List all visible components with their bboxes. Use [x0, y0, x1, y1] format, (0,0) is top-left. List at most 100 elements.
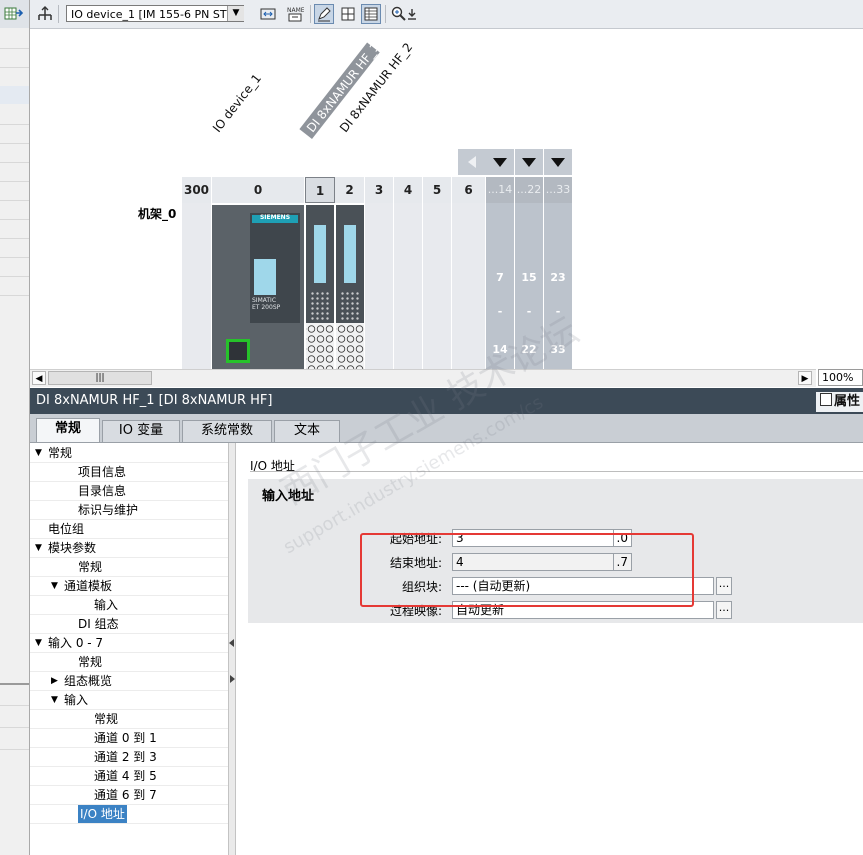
grid-icon[interactable] — [338, 4, 358, 24]
nav-tree-item[interactable]: 输入 — [30, 596, 228, 615]
slot-header[interactable]: 2 — [335, 177, 365, 203]
nav-tree-item[interactable]: ▼ 模块参数 — [30, 539, 228, 558]
nav-tree-item[interactable]: 通道 2 到 3 — [30, 748, 228, 767]
collapse-left-icon[interactable] — [229, 639, 234, 647]
slot-column[interactable] — [452, 203, 485, 369]
nav-tree-item[interactable]: 常规 — [30, 558, 228, 577]
slot-header[interactable]: 0 — [212, 177, 305, 203]
chevron-down-icon[interactable]: ▼ — [227, 6, 244, 21]
tab-general[interactable]: 常规 — [36, 418, 100, 442]
head-module-image[interactable]: SIEMENS SIMATIC ET 200SP — [212, 205, 304, 369]
scroll-left-arrow-icon[interactable]: ◀ — [32, 371, 46, 385]
scroll-left-button[interactable] — [458, 149, 486, 175]
properties-tabbar: 常规 IO 变量 系统常数 文本 — [30, 414, 863, 443]
nav-tree-item[interactable]: 项目信息 — [30, 463, 228, 482]
nav-tree-label: 输入 — [64, 693, 89, 707]
device-select[interactable]: IO device_1 [IM 155-6 PN ST] — [66, 5, 244, 22]
collapse-arrow-icon[interactable]: ▼ — [35, 634, 45, 652]
slot-range-dash: - — [526, 305, 532, 318]
nav-tree-item[interactable]: 目录信息 — [30, 482, 228, 501]
nav-tree-item[interactable]: 电位组 — [30, 520, 228, 539]
nav-tree-item[interactable]: 常规 — [30, 710, 228, 729]
ethernet-port-icon[interactable] — [226, 339, 250, 363]
left-strip-toolbar — [0, 0, 29, 28]
terminal-block — [306, 323, 334, 369]
tab-system-constants[interactable]: 系统常数 — [182, 420, 272, 442]
slot-group-header[interactable]: ...14 — [486, 177, 514, 203]
slot-column[interactable] — [394, 203, 422, 369]
collapse-arrow-icon[interactable]: ▼ — [51, 577, 61, 595]
slot-group-column[interactable]: 7 - 14 — [486, 203, 514, 369]
slot-header[interactable]: 6 — [452, 177, 486, 203]
tab-texts[interactable]: 文本 — [274, 420, 340, 442]
nav-tree-item[interactable]: ▼ 输入 — [30, 691, 228, 710]
expand-arrow-icon[interactable]: ▶ — [51, 672, 61, 690]
nav-tree-label: 标识与维护 — [78, 503, 139, 517]
chevron-down-icon — [522, 157, 536, 167]
scrollbar-thumb[interactable]: ||| — [48, 371, 152, 385]
slot-header[interactable]: 3 — [365, 177, 394, 203]
slot-group-column[interactable]: 23 - 33 — [544, 203, 572, 369]
nav-tree-item[interactable]: ▼ 常规 — [30, 444, 228, 463]
left-project-strip — [0, 0, 30, 855]
slot-header[interactable]: 4 — [394, 177, 423, 203]
slot-group-header[interactable]: ...33 — [544, 177, 572, 203]
di-module-2[interactable] — [336, 205, 364, 369]
nav-tree-label: 常规 — [94, 712, 119, 726]
process-image-browse-button[interactable]: ... — [716, 601, 732, 619]
slot-range-start: 23 — [550, 271, 566, 284]
name-icon[interactable]: NAME — [285, 4, 305, 24]
chevron-down-icon — [493, 157, 507, 167]
nav-tree-item[interactable]: DI 组态 — [30, 615, 228, 634]
slot-header[interactable]: 5 — [423, 177, 452, 203]
expand-button-3[interactable] — [544, 149, 572, 175]
collapse-arrow-icon[interactable]: ▼ — [51, 691, 61, 709]
highlight-annotation — [360, 533, 694, 607]
nav-tree-item[interactable]: 通道 6 到 7 — [30, 786, 228, 805]
nav-tree-label: 通道 6 到 7 — [94, 788, 157, 802]
rack-label: 机架_0 — [138, 207, 177, 221]
slot-column[interactable] — [423, 203, 451, 369]
slot-header-selected[interactable]: 1 — [305, 177, 335, 203]
device-label[interactable]: IO device_1 — [210, 71, 264, 135]
slot-header[interactable]: 300 — [182, 177, 212, 203]
nav-tree-item[interactable]: ▼ 输入 0 - 7 — [30, 634, 228, 653]
grid-arrow-icon[interactable] — [4, 5, 24, 23]
di-module-1[interactable] — [306, 205, 334, 369]
nav-tree-item[interactable]: 标识与维护 — [30, 501, 228, 520]
slot-range-end: 22 — [521, 343, 537, 356]
properties-tab[interactable]: 属性 — [816, 392, 863, 412]
collapse-arrow-icon[interactable]: ▼ — [35, 539, 45, 557]
zoom-level-field[interactable]: 100% — [818, 369, 863, 386]
scroll-right-arrow-icon[interactable]: ▶ — [798, 371, 812, 385]
nav-tree-label: 常规 — [78, 655, 103, 669]
nav-tree-label: 模块参数 — [48, 541, 97, 555]
slot-group-column[interactable]: 15 - 22 — [515, 203, 543, 369]
nav-tree-item[interactable]: ▶ 组态概览 — [30, 672, 228, 691]
nav-tree-item[interactable]: ▼ 通道模板 — [30, 577, 228, 596]
brand-text: SIEMENS — [259, 214, 291, 221]
device-view-canvas[interactable]: IO device_1 DI 8xNAMUR HF_1 DI 8xNAMUR H… — [30, 29, 863, 369]
nav-splitter[interactable] — [228, 443, 236, 855]
slot-column[interactable] — [365, 203, 393, 369]
network-icon[interactable] — [35, 4, 55, 24]
download-icon[interactable] — [406, 4, 418, 24]
collapse-arrow-icon[interactable]: ▼ — [35, 444, 45, 462]
nav-tree-item[interactable]: 常规 — [30, 653, 228, 672]
nav-tree-item[interactable]: 通道 0 到 1 — [30, 729, 228, 748]
nav-tree-item[interactable]: I/O 地址 — [30, 805, 228, 824]
expand-right-icon[interactable] — [230, 675, 235, 683]
expand-button-2[interactable] — [515, 149, 543, 175]
tab-io-tags[interactable]: IO 变量 — [102, 420, 180, 442]
switch-view-icon[interactable] — [258, 4, 278, 24]
canvas-horizontal-scrollbar[interactable]: ◀ ||| ▶ — [30, 369, 816, 387]
nav-tree-label: 电位组 — [48, 522, 85, 536]
edit-view-icon[interactable] — [314, 4, 334, 24]
input-address-group: 输入地址 起始地址: 3 .0 结束地址: 4 .7 组织块: --- (自动更… — [248, 479, 863, 623]
slot-group-header[interactable]: ...22 — [515, 177, 543, 203]
slot-column[interactable] — [182, 203, 211, 369]
nav-tree-item[interactable]: 通道 4 到 5 — [30, 767, 228, 786]
table-icon[interactable] — [361, 4, 381, 24]
ob-browse-button[interactable]: ... — [716, 577, 732, 595]
expand-button-1[interactable] — [486, 149, 514, 175]
